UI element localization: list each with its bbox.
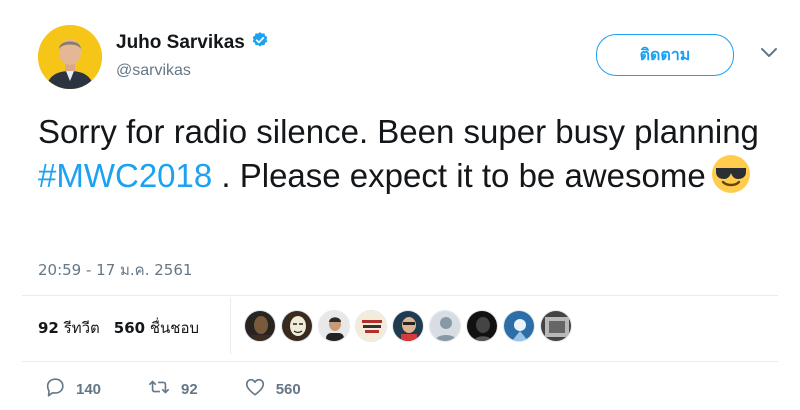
divider — [22, 295, 778, 296]
avatar[interactable] — [38, 25, 102, 89]
chevron-down-icon[interactable] — [760, 46, 778, 60]
follow-button[interactable]: ติดตาม — [596, 34, 734, 76]
heart-icon — [244, 376, 266, 402]
verified-badge-icon — [251, 31, 269, 55]
liker-avatar[interactable] — [392, 310, 424, 342]
liker-avatar[interactable] — [244, 310, 276, 342]
liker-avatar[interactable] — [318, 310, 350, 342]
liker-avatar[interactable] — [355, 310, 387, 342]
retweet-button[interactable]: 92 — [147, 376, 198, 402]
like-count: 560 — [275, 380, 301, 398]
reply-button[interactable]: 140 — [44, 376, 101, 402]
likes-count: 560 — [113, 319, 146, 337]
tweet-text-part1: Sorry for radio silence. Been super busy… — [38, 113, 759, 150]
reply-icon — [44, 376, 66, 402]
liker-avatar[interactable] — [540, 310, 572, 342]
action-bar: 140 92 560 — [44, 376, 347, 402]
likes-label: ชื่นชอบ — [149, 319, 200, 337]
retweet-icon — [147, 376, 171, 402]
retweets-count: 92 — [38, 319, 59, 337]
reply-count: 140 — [76, 380, 102, 398]
liker-avatar[interactable] — [429, 310, 461, 342]
likes-stat[interactable]: 560 ชื่นชอบ — [114, 316, 199, 340]
stats-separator — [230, 298, 231, 354]
liker-avatar[interactable] — [466, 310, 498, 342]
divider — [22, 361, 778, 362]
retweets-label: รีทวีต — [63, 319, 100, 337]
display-name-text: Juho Sarvikas — [116, 32, 245, 53]
liker-avatar[interactable] — [281, 310, 313, 342]
tweet-text: Sorry for radio silence. Been super busy… — [38, 110, 778, 205]
liker-avatars — [244, 310, 572, 342]
stats-row: 92 รีทวีต 560 ชื่นชอบ — [38, 316, 199, 340]
liker-avatar[interactable] — [503, 310, 535, 342]
like-button[interactable]: 560 — [244, 376, 301, 402]
retweets-stat[interactable]: 92 รีทวีต — [38, 316, 100, 340]
sunglasses-emoji-icon — [710, 153, 752, 205]
tweet-text-part2: . Please expect it to be awesome — [212, 157, 706, 194]
hashtag-link[interactable]: #MWC2018 — [38, 157, 212, 194]
retweet-count: 92 — [181, 380, 198, 398]
tweet-timestamp[interactable]: 20:59 - 17 ม.ค. 2561 — [38, 258, 192, 282]
display-name[interactable]: Juho Sarvikas — [116, 31, 269, 55]
user-handle[interactable]: @sarvikas — [116, 62, 191, 80]
